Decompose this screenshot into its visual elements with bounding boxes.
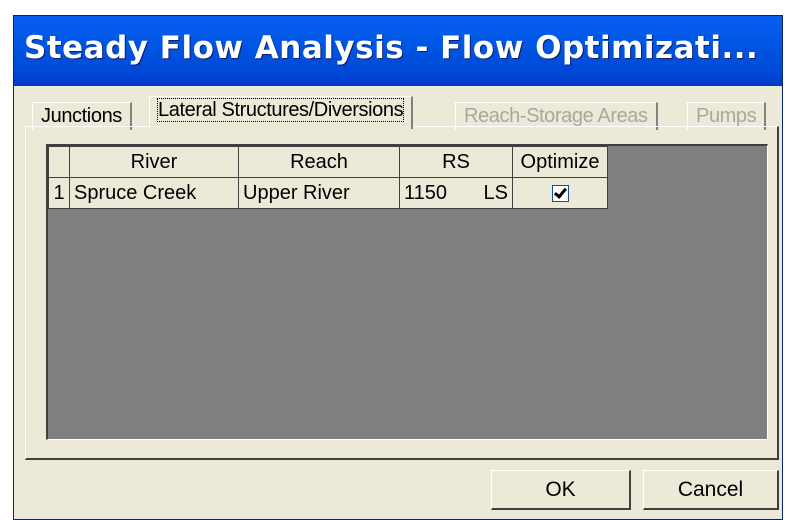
cell-optimize [512, 177, 608, 209]
optimize-checkbox[interactable] [551, 184, 569, 202]
grid-header-row: River Reach RS Optimize [48, 146, 608, 178]
column-header-river[interactable]: River [69, 146, 239, 178]
table-row[interactable]: 1 Spruce Creek Upper River 1150 LS [48, 177, 608, 209]
column-header-optimize[interactable]: Optimize [512, 146, 608, 178]
column-header-reach[interactable]: Reach [238, 146, 400, 178]
tab-label: Lateral Structures/Diversions [156, 98, 405, 122]
title-bar[interactable]: Steady Flow Analysis - Flow Optimizati..… [14, 16, 782, 86]
window-title: Steady Flow Analysis - Flow Optimizati..… [24, 30, 759, 66]
cancel-button[interactable]: Cancel [643, 470, 779, 510]
tab-label: Junctions [41, 105, 122, 127]
tab-label: Reach-Storage Areas [464, 105, 648, 127]
ok-button[interactable]: OK [491, 470, 631, 510]
cell-reach[interactable]: Upper River [238, 177, 400, 209]
rs-station: 1150 [404, 181, 448, 204]
optimization-grid[interactable]: River Reach RS Optimize 1 Spruce Creek U… [46, 144, 768, 440]
grid-table: River Reach RS Optimize 1 Spruce Creek U… [48, 146, 608, 209]
dialog-window: Steady Flow Analysis - Flow Optimizati..… [13, 15, 783, 520]
rs-type: LS [483, 181, 508, 204]
column-header-rs[interactable]: RS [399, 146, 513, 178]
cell-river[interactable]: Spruce Creek [69, 177, 239, 209]
tab-lateral-structures[interactable]: Lateral Structures/Diversions [149, 96, 414, 129]
cell-rs[interactable]: 1150 LS [399, 177, 513, 209]
tab-label: Pumps [696, 105, 757, 127]
row-number[interactable]: 1 [48, 177, 70, 209]
grid-corner-cell [48, 146, 70, 178]
